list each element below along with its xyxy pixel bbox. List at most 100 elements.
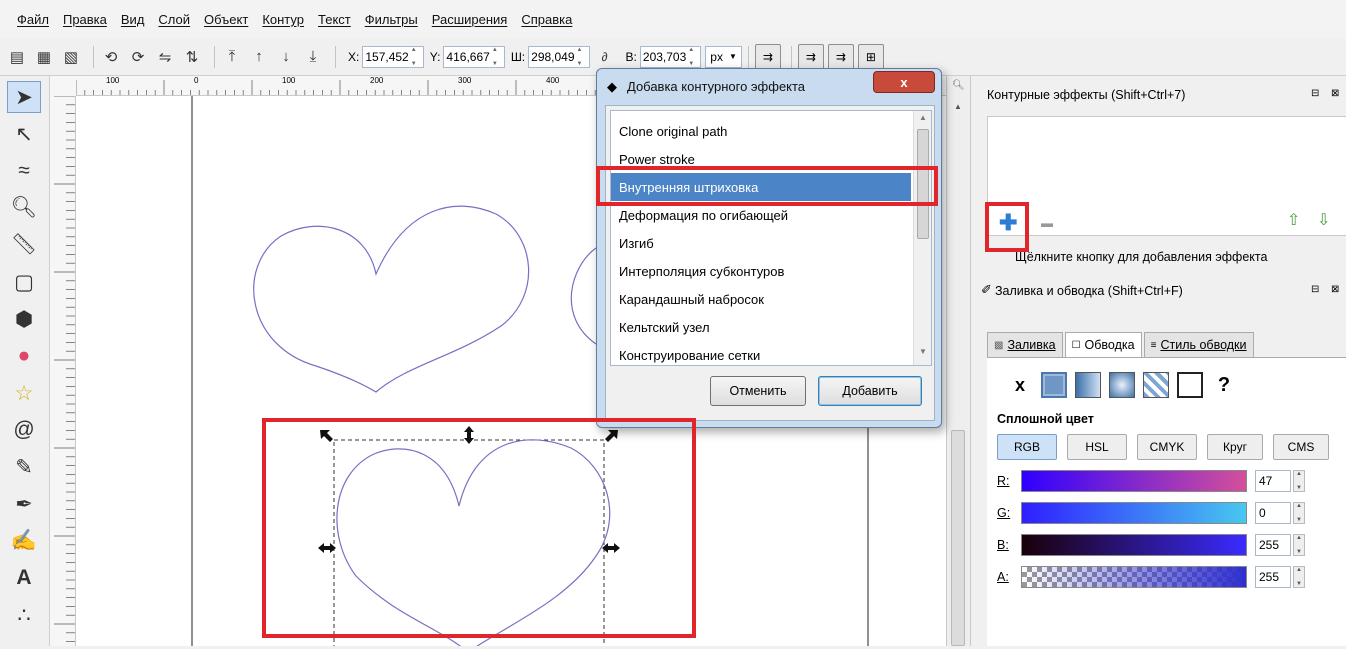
spin-arrows-icon[interactable]: ▲ ▼	[1293, 502, 1305, 524]
spin-arrows-icon[interactable]: ▲ ▼	[1293, 566, 1305, 588]
menu-object[interactable]: Объект	[197, 12, 255, 27]
spin-arrows-icon[interactable]: ▲ ▼	[411, 47, 421, 67]
transform-patterns-button[interactable]: ⊞	[857, 43, 884, 70]
channel-g-slider[interactable]	[1021, 502, 1247, 524]
scale-stroke-button[interactable]: ⇉	[754, 43, 781, 70]
scroll-down-icon[interactable]: ▼	[919, 347, 927, 356]
radial-gradient-button[interactable]	[1109, 372, 1135, 398]
spin-arrows-icon[interactable]: ▲ ▼	[1293, 534, 1305, 556]
move-up-icon[interactable]: ⇧	[1287, 210, 1300, 230]
pattern-button[interactable]	[1143, 372, 1169, 398]
effect-list[interactable]: Clone original path Power stroke Внутрен…	[610, 110, 932, 366]
list-item[interactable]: Clone original path	[611, 117, 911, 145]
vertical-ruler[interactable]	[50, 95, 76, 646]
model-hsl-button[interactable]: HSL	[1067, 434, 1127, 460]
cancel-button[interactable]: Отменить	[710, 376, 806, 406]
selector-tool-icon[interactable]: ➤	[7, 81, 41, 113]
menu-extensions[interactable]: Расширения	[425, 12, 515, 27]
heart-shape[interactable]	[253, 205, 530, 393]
flip-horizontal-icon[interactable]: ⇋	[154, 46, 176, 68]
raise-to-top-icon[interactable]: ⤒	[221, 46, 243, 68]
menu-path[interactable]: Контур	[255, 12, 311, 27]
star-tool-icon[interactable]: ☆	[7, 377, 41, 409]
flat-color-button[interactable]	[1041, 372, 1067, 398]
channel-b-slider[interactable]	[1021, 534, 1247, 556]
lower-icon[interactable]: ↓	[275, 46, 297, 68]
menu-filters[interactable]: Фильтры	[358, 12, 425, 27]
h-field[interactable]: 203,703 ▲ ▼	[639, 45, 702, 68]
measure-tool-icon[interactable]: 📏︎	[7, 229, 41, 261]
model-cms-button[interactable]: CMS	[1273, 434, 1329, 460]
menu-help[interactable]: Справка	[514, 12, 579, 27]
lower-to-bottom-icon[interactable]: ⤓	[302, 46, 324, 68]
list-item[interactable]: Интерполяция субконтуров	[611, 257, 911, 285]
rotate-ccw-icon[interactable]: ⟲	[100, 46, 122, 68]
menu-view[interactable]: Вид	[114, 12, 152, 27]
tab-stroke-style[interactable]: ≡ Стиль обводки	[1143, 332, 1254, 358]
unset-paint-button[interactable]: ?	[1211, 372, 1237, 398]
select-all-icon[interactable]: ▤	[6, 46, 28, 68]
linear-gradient-button[interactable]	[1075, 372, 1101, 398]
model-cmyk-button[interactable]: CMYK	[1137, 434, 1197, 460]
menu-text[interactable]: Текст	[311, 12, 358, 27]
zoom-corner-icon[interactable]: 🔍︎	[952, 80, 965, 91]
spin-arrows-icon[interactable]: ▲ ▼	[492, 47, 502, 67]
rotate-cw-icon[interactable]: ⟳	[127, 46, 149, 68]
calligraphy-tool-icon[interactable]: ✍	[7, 525, 41, 557]
panel-close-icon[interactable]: ⊠	[1331, 284, 1339, 295]
tab-stroke-paint[interactable]: ☐ Обводка	[1064, 332, 1142, 358]
channel-g-input[interactable]: 0	[1255, 502, 1291, 524]
channel-a-input[interactable]: 255	[1255, 566, 1291, 588]
list-item[interactable]: Карандашный набросок	[611, 285, 911, 313]
spin-arrows-icon[interactable]: ▲ ▼	[688, 47, 698, 67]
no-paint-button[interactable]: x	[1007, 372, 1033, 398]
model-wheel-button[interactable]: Круг	[1207, 434, 1263, 460]
channel-b-input[interactable]: 255	[1255, 534, 1291, 556]
channel-a-slider[interactable]	[1021, 566, 1247, 588]
list-scrollbar[interactable]: ▲ ▼	[913, 111, 931, 365]
swatch-button[interactable]	[1177, 372, 1203, 398]
list-item[interactable]: Кельтский узел	[611, 313, 911, 341]
deselect-icon[interactable]: ▧	[60, 46, 82, 68]
heart-shape[interactable]	[570, 247, 597, 345]
scroll-thumb[interactable]	[951, 430, 965, 646]
model-rgb-button[interactable]: RGB	[997, 434, 1057, 460]
ellipse-tool-icon[interactable]: ●	[7, 340, 41, 372]
menu-edit[interactable]: Правка	[56, 12, 114, 27]
panel-collapse-icon[interactable]: ⊟	[1311, 88, 1319, 99]
channel-r-slider[interactable]	[1021, 470, 1247, 492]
rectangle-tool-icon[interactable]: ▢	[7, 266, 41, 298]
node-tool-icon[interactable]: ↖	[7, 118, 41, 150]
chain-icon[interactable]: ∂	[594, 46, 616, 68]
list-item[interactable]: Конструирование сетки	[611, 341, 911, 365]
tab-fill[interactable]: ▩ Заливка	[987, 332, 1063, 358]
tweak-tool-icon[interactable]: ≈	[7, 155, 41, 187]
canvas-vertical-scrollbar[interactable]: 🔍︎ ▲	[946, 76, 970, 646]
scroll-up-icon[interactable]: ▲	[919, 113, 927, 122]
zoom-tool-icon[interactable]: 🔍︎	[7, 192, 41, 224]
select-all-layers-icon[interactable]: ▦	[33, 46, 55, 68]
close-button[interactable]: x	[873, 71, 935, 93]
add-button[interactable]: Добавить	[818, 376, 922, 406]
transform-gradients-button[interactable]: ⇉	[827, 43, 854, 70]
panel-close-icon[interactable]: ⊠	[1331, 88, 1339, 99]
x-field[interactable]: 157,452 ▲ ▼	[362, 45, 424, 68]
text-tool-icon[interactable]: A	[7, 562, 41, 594]
list-item[interactable]: Изгиб	[611, 229, 911, 257]
pencil-tool-icon[interactable]: ✎	[7, 451, 41, 483]
spiral-tool-icon[interactable]: @	[7, 414, 41, 446]
menu-layer[interactable]: Слой	[151, 12, 197, 27]
scale-corners-button[interactable]: ⇉	[797, 43, 824, 70]
box3d-tool-icon[interactable]: ⬢	[7, 303, 41, 335]
y-field[interactable]: 416,667 ▲ ▼	[443, 45, 505, 68]
move-down-icon[interactable]: ⇩	[1317, 210, 1330, 230]
panel-collapse-icon[interactable]: ⊟	[1311, 284, 1319, 295]
spray-tool-icon[interactable]: ∴	[7, 599, 41, 631]
w-field[interactable]: 298,049 ▲ ▼	[528, 45, 590, 68]
flip-vertical-icon[interactable]: ⇅	[181, 46, 203, 68]
pen-tool-icon[interactable]: ✒	[7, 488, 41, 520]
spin-arrows-icon[interactable]: ▲ ▼	[577, 47, 587, 67]
remove-effect-icon[interactable]: ▬	[1041, 216, 1053, 230]
channel-r-input[interactable]: 47	[1255, 470, 1291, 492]
unit-select[interactable]: px ▼	[705, 45, 742, 68]
